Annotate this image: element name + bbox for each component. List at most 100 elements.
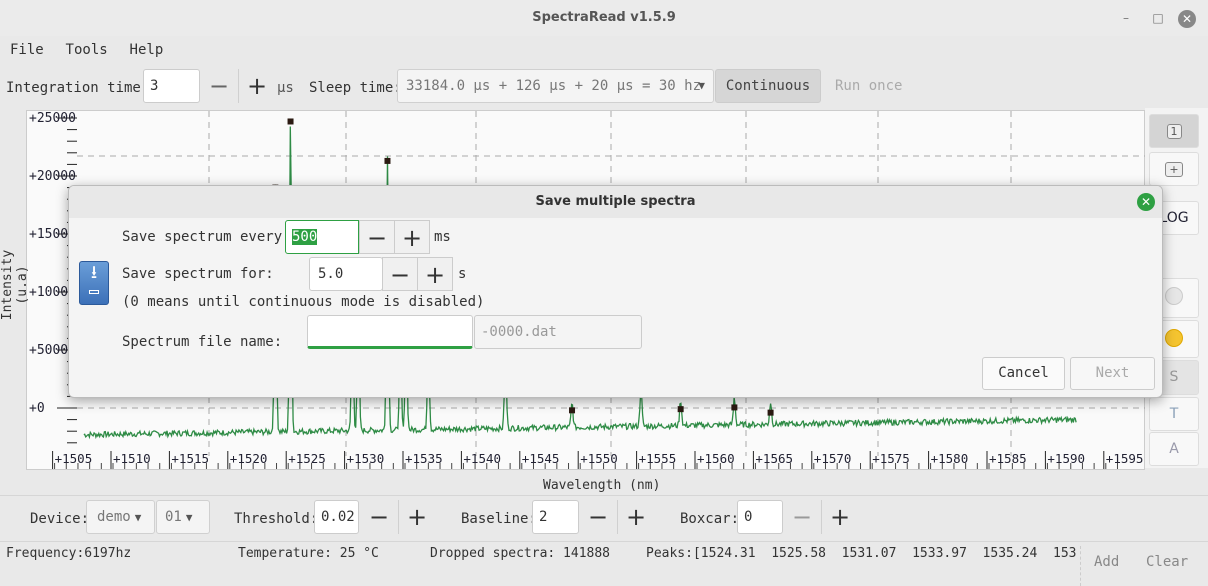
continuous-button[interactable]: Continuous [715, 69, 821, 103]
device-value: demo [97, 509, 131, 525]
save-every-value: 500 [292, 229, 318, 245]
save-for-decrease-button[interactable]: − [382, 257, 418, 291]
file-name-input[interactable] [307, 315, 473, 349]
y-tick-label: +5000 [29, 343, 68, 358]
dropdown-arrow-icon: ▼ [185, 511, 193, 524]
frequency-readout: Frequency:6197hz [6, 546, 132, 561]
y-axis-label: Intensity (u.a) [0, 249, 30, 321]
close-window-icon[interactable]: ✕ [1178, 10, 1196, 28]
save-for-label: Save spectrum for: [122, 266, 274, 282]
status-bar: Frequency:6197hz Temperature: 25 °C Drop… [0, 541, 1208, 586]
clear-button[interactable]: Clear [1146, 554, 1188, 570]
x-tick-label: +1530 [347, 451, 385, 466]
file-name-suffix: -0000.dat [474, 315, 642, 349]
maximize-icon[interactable]: □ [1150, 10, 1166, 26]
one-icon: 1 [1166, 124, 1182, 139]
device-index-select[interactable]: 01 ▼ [156, 500, 210, 534]
device-label: Device: [30, 511, 90, 527]
bulb-off-icon [1165, 287, 1183, 305]
integration-time-input[interactable]: 3 [143, 69, 200, 103]
zoom-in-button[interactable]: + [1149, 152, 1199, 186]
x-tick-label: +1545 [522, 451, 560, 466]
peak-marker [287, 118, 294, 125]
dialog-title: Save multiple spectra [69, 186, 1162, 218]
baseline-decrease-button[interactable]: − [580, 500, 616, 534]
sleep-time-value: 33184.0 µs + 126 µs + 20 µs = 30 hz [406, 78, 702, 94]
sleep-time-label: Sleep time: [309, 80, 402, 96]
dropped-spectra-readout: Dropped spectra: 141888 [430, 546, 611, 561]
save-every-input[interactable]: 500 [285, 220, 359, 254]
baseline-input[interactable]: 2 [532, 500, 579, 534]
minimize-icon[interactable]: – [1118, 10, 1134, 26]
x-tick-label: +1550 [580, 451, 618, 466]
x-tick-label: +1555 [639, 451, 677, 466]
temperature-readout: Temperature: 25 °C [238, 546, 379, 561]
threshold-increase-button[interactable]: + [399, 500, 435, 534]
x-tick-label: +1520 [230, 451, 268, 466]
title-bar: SpectraRead v1.5.9 [0, 0, 1208, 36]
menu-file[interactable]: File [10, 38, 44, 62]
save-for-input[interactable]: 5.0 [309, 257, 383, 291]
y-tick-label: +25000 [29, 111, 76, 126]
add-button[interactable]: Add [1094, 554, 1119, 570]
x-axis-label: Wavelength (nm) [543, 478, 661, 493]
x-tick-label: +1575 [872, 451, 910, 466]
save-for-unit: s [458, 266, 467, 282]
device-select[interactable]: demo ▼ [86, 500, 155, 534]
boxcar-input[interactable]: 0 [737, 500, 783, 534]
threshold-input[interactable]: 0.02 [314, 500, 359, 534]
x-tick-label: +1585 [989, 451, 1027, 466]
x-tick-label: +1540 [463, 451, 501, 466]
menu-help[interactable]: Help [130, 38, 164, 62]
peak-marker [569, 407, 576, 414]
x-tick-label: +1570 [814, 451, 852, 466]
save-cabinet-icon: ⭳ [79, 261, 109, 305]
next-button[interactable]: Next [1070, 357, 1155, 390]
save-every-decrease-button[interactable]: − [359, 220, 395, 254]
bulb-on-icon [1165, 329, 1183, 347]
x-tick-label: +1595 [1106, 451, 1144, 466]
sleep-time-select[interactable]: 33184.0 µs + 126 µs + 20 µs = 30 hz ▼ [397, 69, 714, 103]
boxcar-decrease-button[interactable]: − [784, 500, 820, 534]
x-tick-label: +1525 [288, 451, 326, 466]
file-name-label: Spectrum file name: [122, 334, 283, 350]
y-tick-label: +0 [29, 401, 45, 416]
save-for-increase-button[interactable]: + [417, 257, 453, 291]
a-button[interactable]: A [1149, 432, 1199, 466]
boxcar-increase-button[interactable]: + [822, 500, 858, 534]
divider [1080, 546, 1081, 586]
threshold-label: Threshold: [234, 511, 319, 527]
device-index-value: 01 [165, 509, 182, 525]
x-tick-label: +1565 [755, 451, 793, 466]
dropdown-arrow-icon: ▼ [698, 79, 705, 92]
peaks-readout: Peaks:[1524.31 1525.58 1531.07 1533.97 1… [646, 546, 1077, 561]
save-every-increase-button[interactable]: + [394, 220, 430, 254]
dialog-close-icon[interactable]: ✕ [1137, 193, 1155, 211]
integration-increase-button[interactable]: + [239, 69, 275, 103]
peak-marker [677, 406, 684, 413]
integration-unit: µs [277, 80, 294, 96]
cancel-button[interactable]: Cancel [982, 357, 1065, 390]
x-tick-label: +1580 [931, 451, 969, 466]
t-button[interactable]: T [1149, 397, 1199, 431]
threshold-decrease-button[interactable]: − [361, 500, 397, 534]
dropdown-arrow-icon: ▼ [134, 511, 142, 524]
integration-decrease-button[interactable]: − [201, 69, 237, 103]
baseline-increase-button[interactable]: + [618, 500, 654, 534]
peak-marker [731, 404, 738, 411]
baseline-label: Baseline: [461, 511, 537, 527]
y-tick-label: +20000 [29, 169, 76, 184]
controls-bar: Device: demo ▼ 01 ▼ Threshold: 0.02 − + Ba… [0, 495, 1208, 541]
save-every-unit: ms [434, 229, 451, 245]
reset-zoom-button[interactable]: 1 [1149, 114, 1199, 148]
run-once-button[interactable]: Run once [835, 78, 902, 94]
menu-bar: File Tools Help [0, 38, 167, 62]
menu-tools[interactable]: Tools [66, 38, 108, 62]
save-multiple-spectra-dialog: Save multiple spectra ✕ ⭳ Save spectrum … [68, 185, 1163, 398]
peak-marker [384, 157, 391, 164]
x-tick-label: +1535 [405, 451, 443, 466]
integration-time-label: Integration time: [6, 80, 150, 96]
x-tick-label: +1505 [55, 451, 93, 466]
x-tick-label: +1560 [697, 451, 735, 466]
save-every-label: Save spectrum every: [122, 229, 291, 245]
